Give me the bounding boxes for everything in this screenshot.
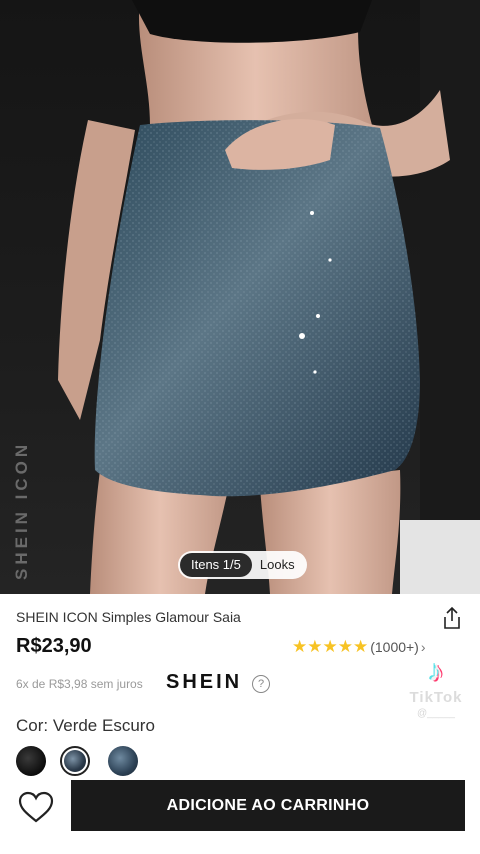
shein-logo: SHEIN bbox=[166, 671, 243, 693]
color-swatch-dark-green-selected[interactable] bbox=[60, 746, 90, 776]
rating[interactable]: ★★★★★ (1000+) › bbox=[292, 637, 426, 657]
heart-icon[interactable] bbox=[16, 788, 56, 828]
rating-count: (1000+) bbox=[370, 639, 419, 655]
tab-items[interactable]: Itens 1/5 bbox=[180, 553, 252, 577]
help-icon[interactable]: ? bbox=[252, 675, 270, 693]
tiktok-username: @_____ bbox=[417, 708, 455, 719]
installments-text: 6x de R$3,98 sem juros bbox=[16, 677, 143, 691]
tiktok-watermark: ♪ TikTok @_____ bbox=[400, 655, 472, 725]
color-swatch-black[interactable] bbox=[16, 746, 46, 776]
product-price: R$23,90 bbox=[16, 635, 92, 657]
model-illustration bbox=[58, 0, 480, 594]
chevron-right-icon: › bbox=[420, 639, 426, 655]
tab-looks[interactable]: Looks bbox=[252, 553, 305, 577]
add-to-cart-button[interactable]: ADICIONE AO CARRINHO bbox=[71, 780, 465, 831]
tiktok-icon: ♪ bbox=[428, 655, 444, 688]
color-swatch-blue[interactable] bbox=[108, 746, 138, 776]
tiktok-watermark-text: TikTok bbox=[409, 689, 463, 706]
share-icon[interactable] bbox=[441, 606, 463, 630]
star-rating-icon: ★★★★★ bbox=[292, 637, 369, 656]
bottom-action-bar: ADICIONE AO CARRINHO bbox=[0, 776, 480, 854]
image-pager[interactable]: Itens 1/5 Looks bbox=[178, 551, 307, 579]
color-label: Cor: Verde Escuro bbox=[16, 716, 155, 735]
product-title: SHEIN ICON Simples Glamour Saia bbox=[16, 609, 241, 625]
brand-watermark-vertical: SHEIN ICON bbox=[12, 440, 31, 580]
product-image[interactable]: SHEIN ICON Itens 1/5 Looks bbox=[0, 0, 480, 594]
